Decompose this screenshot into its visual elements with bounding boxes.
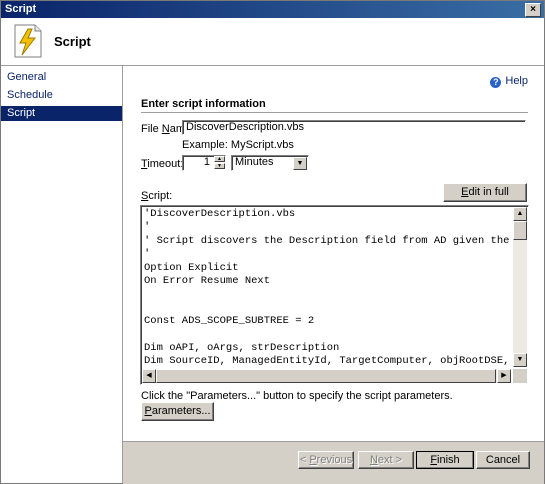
- file-name-example: Example: MyScript.vbs: [182, 139, 294, 151]
- scroll-down-icon[interactable]: ▼: [513, 353, 527, 367]
- help-label: Help: [505, 75, 528, 87]
- script-dialog: Script × Script General Schedule Script …: [0, 0, 545, 484]
- nav-item-script[interactable]: Script: [1, 106, 122, 121]
- wizard-navigation: General Schedule Script: [1, 66, 123, 483]
- section-divider: [141, 112, 528, 113]
- nav-item-general[interactable]: General: [1, 70, 122, 85]
- script-label: Script:: [141, 190, 172, 202]
- next-button[interactable]: Next >: [358, 451, 414, 469]
- scrollbar-corner: [513, 369, 527, 383]
- help-link[interactable]: ? Help: [490, 75, 528, 88]
- scroll-right-icon[interactable]: ▶: [497, 369, 511, 383]
- horizontal-scroll-thumb[interactable]: [156, 369, 496, 383]
- chevron-down-icon[interactable]: ▼: [293, 157, 307, 170]
- previous-accel: P: [309, 454, 317, 466]
- script-label-suffix: cript:: [148, 190, 173, 202]
- cancel-button[interactable]: Cancel: [476, 451, 530, 469]
- help-icon: ?: [490, 77, 502, 88]
- previous-prefix: <: [299, 454, 310, 466]
- previous-button[interactable]: < Previous: [298, 451, 354, 469]
- parameters-label: arameters...: [151, 405, 211, 417]
- next-label: ext >: [377, 454, 403, 466]
- timeout-label-suffix: imeout:: [147, 158, 184, 170]
- script-lightning-icon: [14, 24, 42, 58]
- vertical-scroll-thumb[interactable]: [513, 221, 527, 240]
- finish-label: inish: [437, 454, 460, 466]
- scroll-left-icon[interactable]: ◀: [142, 369, 156, 383]
- timeout-spinner[interactable]: ▲ ▼: [214, 156, 225, 170]
- page-title: Script: [54, 34, 91, 49]
- parameters-button[interactable]: Parameters...: [141, 402, 214, 421]
- window-title: Script: [5, 3, 37, 15]
- edit-full-screen-button[interactable]: Edit in full screen...: [443, 183, 527, 215]
- scroll-up-icon[interactable]: ▲: [513, 207, 527, 221]
- parameters-accel: P: [144, 405, 152, 417]
- spin-up-icon[interactable]: ▲: [214, 156, 225, 162]
- finish-button[interactable]: Finish: [416, 451, 474, 469]
- file-name-label-prefix: File: [141, 123, 162, 135]
- page-header: Script: [1, 18, 544, 66]
- timeout-unit-select[interactable]: Minutes ▼: [231, 155, 309, 171]
- parameters-hint: Click the "Parameters..." button to spec…: [141, 390, 453, 402]
- horizontal-scrollbar[interactable]: ◀ ▶: [142, 369, 511, 383]
- spin-down-icon[interactable]: ▼: [214, 163, 225, 169]
- main-panel: ?Help Enter script information File Name…: [123, 66, 544, 441]
- next-accel: N: [369, 454, 378, 466]
- title-bar[interactable]: Script ×: [1, 1, 544, 18]
- nav-item-schedule[interactable]: Schedule: [1, 88, 122, 103]
- close-button[interactable]: ×: [525, 3, 541, 17]
- section-title: Enter script information: [141, 98, 266, 110]
- timeout-unit-value: Minutes: [235, 156, 274, 168]
- timeout-label: Timeout:: [141, 158, 183, 170]
- previous-label: revious: [316, 454, 353, 466]
- file-name-label-accel: N: [161, 123, 170, 135]
- file-name-field[interactable]: DiscoverDescription.vbs: [182, 120, 526, 135]
- vertical-scrollbar[interactable]: ▲ ▼: [513, 207, 527, 367]
- script-code[interactable]: 'DiscoverDescription.vbs ' ' Script disc…: [144, 208, 512, 366]
- wizard-footer: < Previous Next > Finish Cancel: [123, 441, 544, 484]
- script-editor[interactable]: 'DiscoverDescription.vbs ' ' Script disc…: [140, 205, 529, 385]
